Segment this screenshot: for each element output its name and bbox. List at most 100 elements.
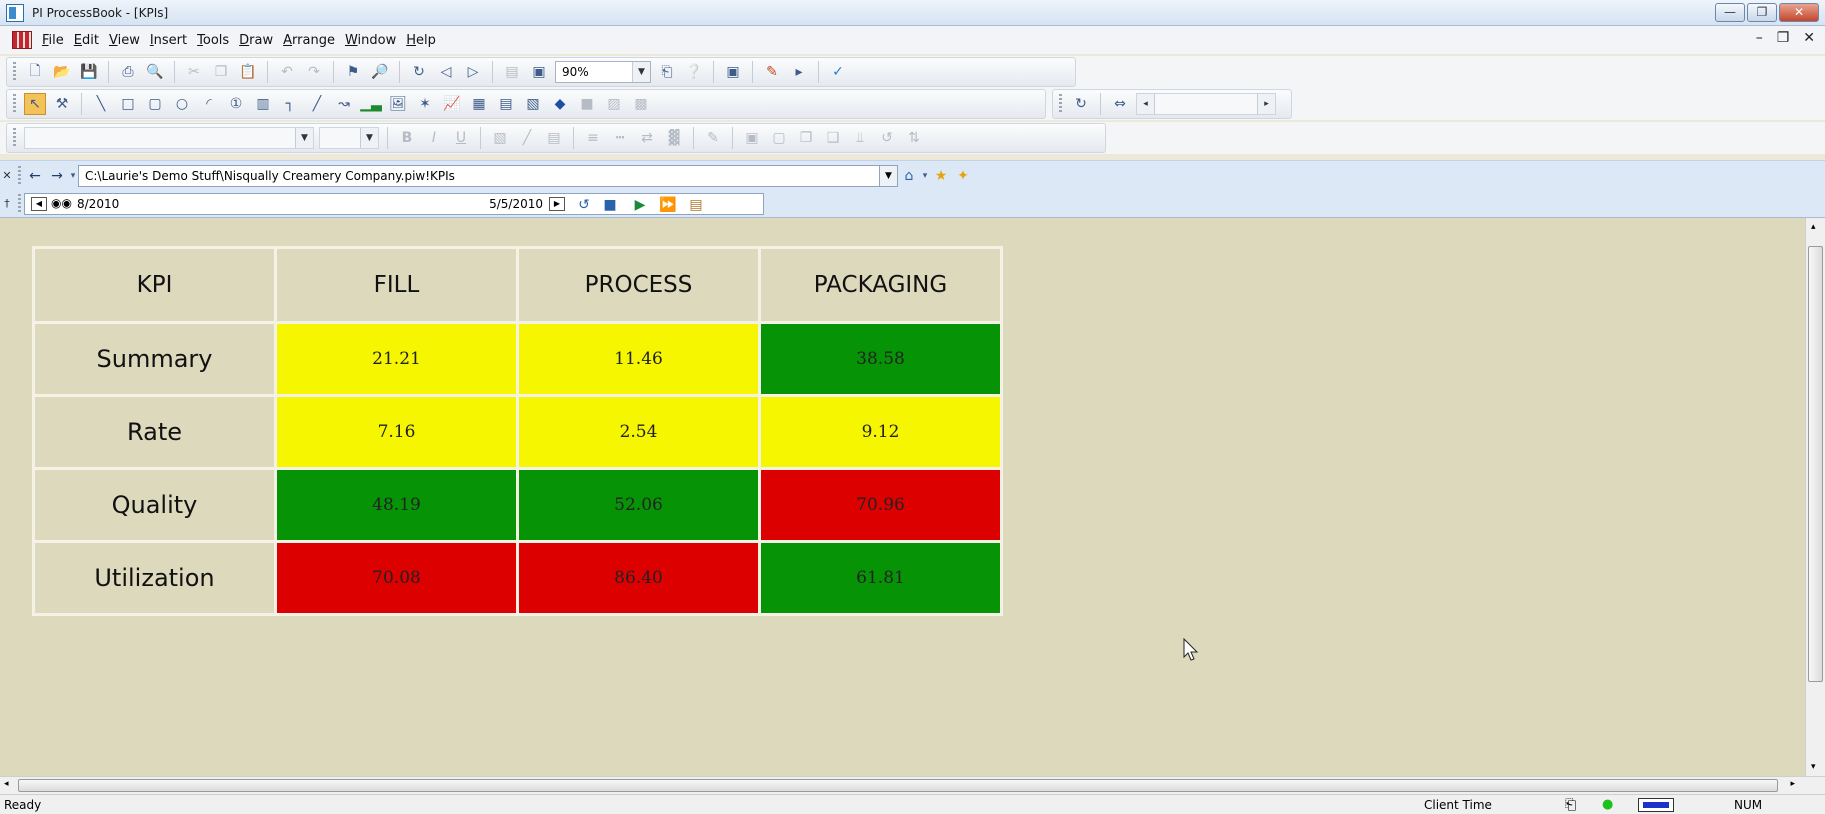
underline-icon[interactable]: U (450, 127, 472, 149)
slider-control[interactable]: ◂ ▸ (1136, 93, 1276, 115)
align-icon[interactable]: ⫫ (849, 127, 871, 149)
menu-help[interactable]: Help (406, 33, 436, 48)
restore-button[interactable]: ❐ (1747, 3, 1777, 22)
quality-fill-value[interactable]: 48.19 (277, 470, 516, 540)
scroll-right-icon[interactable]: ▸ (1790, 779, 1795, 789)
hammer-icon[interactable]: ⚒ (51, 93, 73, 115)
mdi-minimize-icon[interactable]: – (1756, 30, 1763, 46)
horizontal-scrollbar[interactable]: ◂ ▸ (0, 776, 1825, 794)
fast-forward-icon[interactable]: ⏩ (657, 194, 679, 216)
menu-insert[interactable]: Insert (150, 33, 187, 48)
value-icon[interactable]: ① (225, 93, 247, 115)
chevron-down-icon[interactable]: ▼ (632, 62, 650, 82)
print-icon[interactable]: ⎙ (117, 61, 139, 83)
end-time-value[interactable]: 5/5/2010 (489, 197, 543, 211)
time-interval-icon[interactable]: ⇔ (1109, 93, 1131, 115)
chevron-left-icon[interactable]: ◂ (1137, 94, 1155, 114)
form-icon[interactable]: ▩ (630, 93, 652, 115)
toolbar-grip[interactable] (13, 62, 16, 82)
update-time-icon[interactable]: ↺ (573, 194, 595, 216)
chevron-down-icon[interactable]: ▼ (360, 128, 378, 148)
summary-process-value[interactable]: 11.46 (519, 324, 758, 394)
find-icon[interactable]: 🔎 (369, 61, 391, 83)
arrow-style-icon[interactable]: ⇄ (636, 127, 658, 149)
line-weight-icon[interactable]: ≡ (582, 127, 604, 149)
image-icon[interactable]: 🖼 (387, 93, 409, 115)
cut-icon[interactable]: ✂ (183, 61, 205, 83)
connector-icon[interactable]: ┐ (279, 93, 301, 115)
document-icon[interactable] (12, 31, 32, 49)
rate-packaging-value[interactable]: 9.12 (761, 397, 1000, 467)
line-style-icon[interactable]: ┅ (609, 127, 631, 149)
print-preview-icon[interactable]: 🔍 (144, 61, 166, 83)
add-favorite-icon[interactable]: ✦ (952, 165, 974, 187)
vba-icon[interactable]: ▨ (603, 93, 625, 115)
rate-fill-value[interactable]: 7.16 (277, 397, 516, 467)
save-icon[interactable]: 💾 (78, 61, 100, 83)
toolbar-grip[interactable] (1059, 94, 1062, 114)
minimize-button[interactable]: — (1715, 3, 1745, 22)
italic-icon[interactable]: I (423, 127, 445, 149)
help-pointer-icon[interactable]: ❔ (683, 61, 705, 83)
new-icon[interactable]: 🗋 (24, 61, 46, 83)
scroll-left-icon[interactable]: ◂ (4, 779, 9, 789)
toolbar-grip[interactable] (18, 193, 21, 214)
refresh-icon[interactable]: ↻ (408, 61, 430, 83)
display-path-input[interactable]: C:\Laurie's Demo Stuff\Nisqually Creamer… (78, 164, 898, 187)
start-time-value[interactable]: 8/2010 (77, 197, 119, 211)
group-icon[interactable]: ❐ (795, 127, 817, 149)
summary-fill-value[interactable]: 21.21 (277, 324, 516, 394)
close-pane-icon[interactable]: ✕ (0, 169, 14, 182)
datalink-icon[interactable]: ✎ (761, 61, 783, 83)
chevron-right-icon[interactable]: ▸ (1257, 94, 1275, 114)
fill-color-icon[interactable]: ▧ (489, 127, 511, 149)
polyline-icon[interactable]: ╱ (306, 93, 328, 115)
vertical-scrollbar[interactable]: ▴ ▾ (1805, 218, 1825, 776)
format-painter-icon[interactable]: ✎ (702, 127, 724, 149)
stop-icon[interactable]: ■ (599, 194, 621, 216)
send-back-icon[interactable]: ▢ (768, 127, 790, 149)
display-icon[interactable]: ▣ (528, 61, 550, 83)
arc-icon[interactable]: ◜ (198, 93, 220, 115)
paste-icon[interactable]: 📋 (237, 61, 259, 83)
undo-icon[interactable]: ↶ (276, 61, 298, 83)
control-icon[interactable]: ▦ (468, 93, 490, 115)
sqc-icon[interactable]: ▧ (522, 93, 544, 115)
time-mode-label[interactable]: Client Time (1424, 798, 1492, 812)
back-time-icon[interactable]: ◁ (435, 61, 457, 83)
scroll-down-icon[interactable]: ▾ (1811, 762, 1816, 772)
favorites-star-icon[interactable]: ★ (930, 165, 952, 187)
home-icon[interactable]: ⌂ (898, 165, 920, 187)
mdi-restore-icon[interactable]: ❐ (1777, 30, 1790, 46)
line-icon[interactable]: ╲ (90, 93, 112, 115)
menu-draw[interactable]: Draw (239, 33, 273, 48)
toolbar-grip[interactable] (13, 94, 16, 114)
menu-arrange[interactable]: Arrange (283, 33, 335, 48)
full-screen-icon[interactable]: ⎗ (656, 61, 678, 83)
open-folder-icon[interactable]: 📂 (51, 61, 73, 83)
rate-process-value[interactable]: 2.54 (519, 397, 758, 467)
toolbar-grip[interactable] (13, 128, 16, 148)
tag-search-icon[interactable]: ⚑ (342, 61, 364, 83)
play-icon[interactable]: ▶ (629, 194, 651, 216)
run-icon[interactable]: ▸ (788, 61, 810, 83)
history-chevron-icon[interactable]: ▾ (68, 165, 78, 187)
rectangle-icon[interactable]: □ (117, 93, 139, 115)
chevron-down-icon[interactable]: ▼ (879, 165, 897, 186)
font-combo[interactable]: ▼ (24, 127, 314, 149)
utilization-process-value[interactable]: 86.40 (519, 543, 758, 613)
trend-icon[interactable]: ▁▃ (360, 93, 382, 115)
update-icon[interactable]: ↻ (1070, 93, 1092, 115)
symbol-icon[interactable]: ✶ (414, 93, 436, 115)
quality-packaging-value[interactable]: 70.96 (761, 470, 1000, 540)
menu-edit[interactable]: Edit (74, 33, 99, 48)
build-mode-icon[interactable]: ▣ (722, 61, 744, 83)
zoom-combo[interactable]: 90% ▼ (555, 61, 651, 83)
font-size-combo[interactable]: ▼ (319, 127, 379, 149)
menu-window[interactable]: Window (345, 33, 396, 48)
xy-plot-icon[interactable]: 📈 (441, 93, 463, 115)
home-chevron-icon[interactable]: ▾ (920, 165, 930, 187)
time-settings-icon[interactable]: ▤ (685, 194, 707, 216)
utilization-packaging-value[interactable]: 61.81 (761, 543, 1000, 613)
menu-tools[interactable]: Tools (197, 33, 229, 48)
